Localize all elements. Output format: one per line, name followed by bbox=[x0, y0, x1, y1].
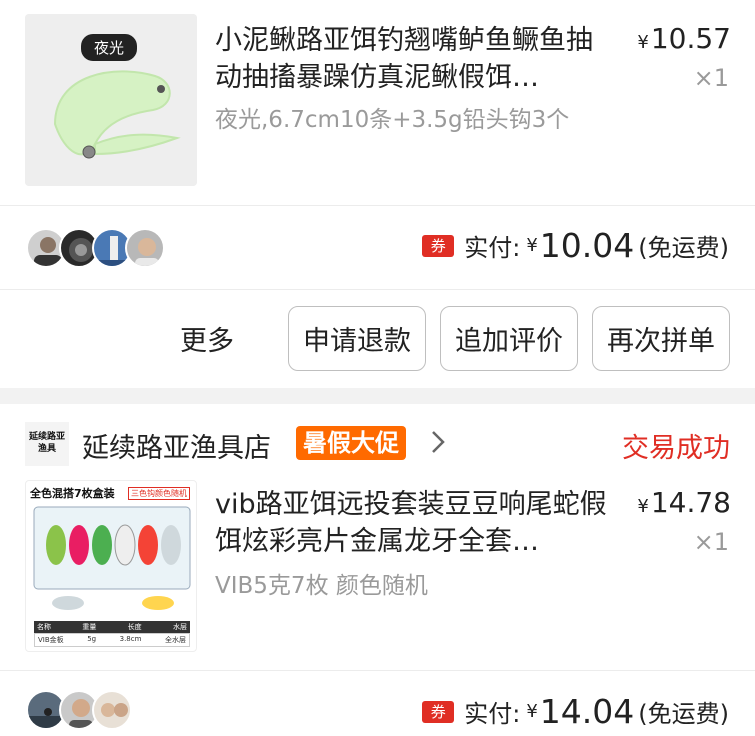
product-spec: VIB5克7枚 颜色随机 bbox=[215, 573, 428, 599]
table-header: 长度 bbox=[127, 623, 142, 631]
currency-symbol: ¥ bbox=[637, 496, 649, 517]
group-avatars[interactable] bbox=[26, 690, 146, 730]
paid-label: 实付: bbox=[464, 700, 521, 728]
product-thumbnail[interactable]: 夜光 bbox=[25, 14, 197, 186]
paid-amount: 10.04 bbox=[539, 226, 635, 265]
table-header: 水层 bbox=[172, 623, 187, 631]
shipping-note: (免运费) bbox=[638, 700, 729, 728]
paid-amount: 14.04 bbox=[539, 692, 635, 731]
currency-symbol: ¥ bbox=[637, 32, 649, 53]
divider bbox=[0, 289, 755, 290]
coupon-badge: 券 bbox=[422, 234, 455, 257]
product-spec: 夜光,6.7cm10条+3.5g铅头钩3个 bbox=[215, 107, 570, 133]
promo-badge: 暑假大促 bbox=[296, 426, 406, 460]
thumb-tag: 三色钩颜色随机 bbox=[128, 487, 190, 500]
payment-summary: 券 实付: ¥ 14.04 (免运费) bbox=[422, 692, 729, 731]
paid-label: 实付: bbox=[464, 234, 521, 262]
store-header[interactable]: 延续路亚渔具 延续路亚渔具店 暑假大促 交易成功 bbox=[0, 418, 755, 468]
add-review-button[interactable]: 追加评价 bbox=[440, 306, 578, 371]
reorder-button[interactable]: 再次拼单 bbox=[592, 306, 730, 371]
shipping-note: (免运费) bbox=[638, 234, 729, 262]
order-1-product[interactable]: 夜光 小泥鳅路亚饵钓翘嘴鲈鱼鳜鱼抽动抽搐暴躁仿真泥鳅假饵… 夜光,6.7cm10… bbox=[0, 0, 755, 205]
table-cell: 5g bbox=[87, 635, 97, 643]
refund-button[interactable]: 申请退款 bbox=[288, 306, 426, 371]
avatar bbox=[125, 228, 165, 268]
table-cell: 全水层 bbox=[164, 636, 186, 644]
order-separator bbox=[0, 388, 755, 404]
more-button[interactable]: 更多 bbox=[180, 319, 234, 358]
glow-badge: 夜光 bbox=[81, 34, 138, 61]
thumb-header: 全色混搭7枚盒装 bbox=[30, 487, 115, 500]
product-quantity: ×1 bbox=[693, 528, 729, 556]
product-title[interactable]: vib路亚饵远投套装豆豆响尾蛇假饵炫彩亮片金属龙牙全套… bbox=[215, 486, 615, 560]
spec-table: 名称 重量 长度 水层 VIB金板 5g 3.8cm 全水层 bbox=[34, 621, 190, 647]
price-value: 10.57 bbox=[650, 22, 731, 55]
payment-summary: 券 实付: ¥ 10.04 (免运费) bbox=[422, 226, 729, 265]
store-name[interactable]: 延续路亚渔具店 bbox=[82, 426, 271, 465]
avatar bbox=[92, 690, 132, 730]
price-value: 14.78 bbox=[650, 486, 731, 519]
chevron-right-icon[interactable] bbox=[430, 428, 446, 460]
group-avatars[interactable] bbox=[26, 228, 176, 268]
product-price: ¥10.57 bbox=[637, 22, 731, 55]
divider bbox=[0, 205, 755, 206]
currency-symbol: ¥ bbox=[526, 235, 538, 256]
lure-box-image bbox=[33, 506, 191, 610]
coupon-badge: 券 bbox=[422, 700, 455, 723]
product-quantity: ×1 bbox=[693, 64, 729, 92]
table-header: 名称 bbox=[37, 623, 51, 631]
table-header: 重量 bbox=[82, 623, 97, 631]
currency-symbol: ¥ bbox=[526, 701, 538, 722]
divider bbox=[0, 670, 755, 671]
product-title[interactable]: 小泥鳅路亚饵钓翘嘴鲈鱼鳜鱼抽动抽搐暴躁仿真泥鳅假饵… bbox=[215, 22, 615, 96]
store-logo: 延续路亚渔具 bbox=[25, 422, 69, 466]
order-2-product[interactable]: 全色混搭7枚盒装 三色钩颜色随机 名称 重量 长度 水层 VIB金板 5g 3.… bbox=[0, 470, 755, 670]
product-thumbnail[interactable]: 全色混搭7枚盒装 三色钩颜色随机 名称 重量 长度 水层 VIB金板 5g 3.… bbox=[25, 480, 197, 652]
table-cell: VIB金板 bbox=[38, 636, 64, 644]
product-price: ¥14.78 bbox=[637, 486, 731, 519]
table-cell: 3.8cm bbox=[119, 635, 142, 643]
order-actions: 更多 申请退款 追加评价 再次拼单 bbox=[180, 306, 730, 371]
order-status: 交易成功 bbox=[622, 433, 730, 464]
